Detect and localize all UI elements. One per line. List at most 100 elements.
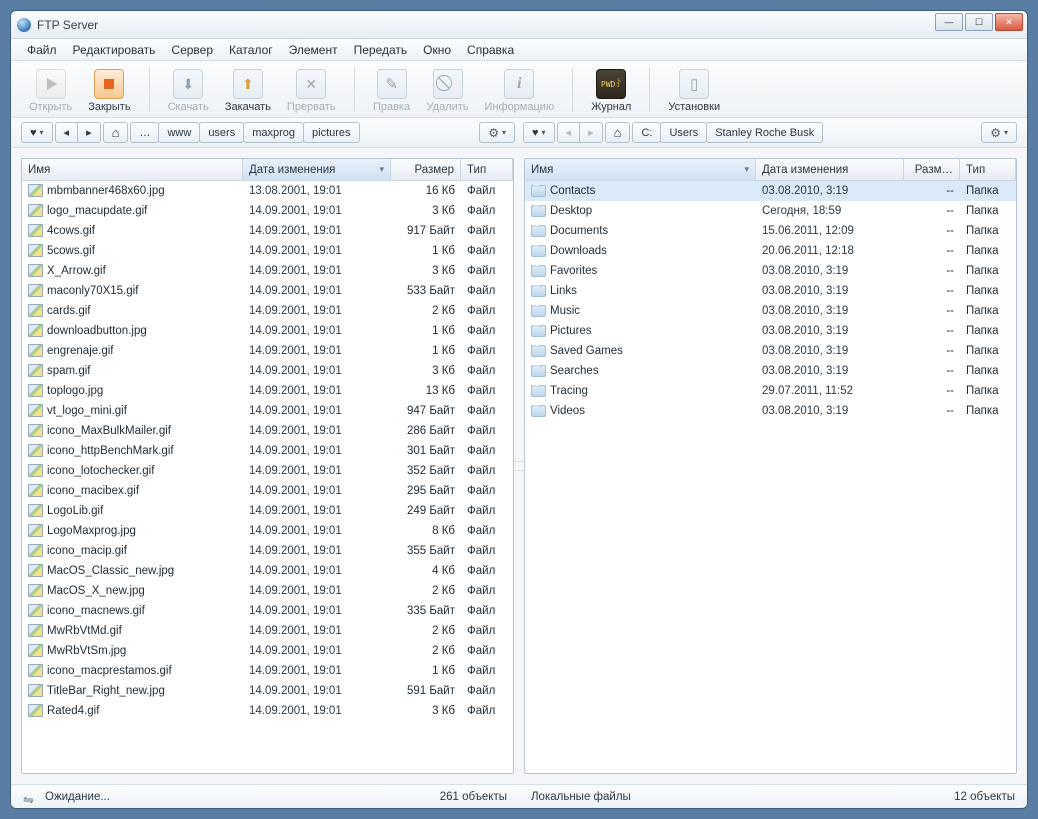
table-row[interactable]: downloadbutton.jpg14.09.2001, 19:011 КбФ… <box>22 321 513 341</box>
col-name[interactable]: Имя <box>525 159 756 180</box>
file-date: 14.09.2001, 19:01 <box>243 685 391 697</box>
table-row[interactable]: icono_lotochecker.gif14.09.2001, 19:0135… <box>22 461 513 481</box>
nav-fwd-button[interactable]: ▸ <box>77 122 101 143</box>
file-date: 13.08.2001, 19:01 <box>243 185 391 197</box>
home-button[interactable] <box>605 122 631 143</box>
breadcrumb-segment[interactable]: Users <box>660 122 707 143</box>
file-size: 2 Кб <box>391 625 461 637</box>
file-name: mbmbanner468x60.jpg <box>47 185 165 197</box>
titlebar[interactable]: FTP Server — ☐ ✕ <box>11 11 1027 39</box>
nav-back-button[interactable]: ◂ <box>55 122 79 143</box>
delete-button[interactable]: Удалить <box>419 67 477 113</box>
gear-button[interactable] <box>981 122 1017 143</box>
table-row[interactable]: Links03.08.2010, 3:19--Папка <box>525 281 1016 301</box>
table-row[interactable]: 4cows.gif14.09.2001, 19:01917 БайтФайл <box>22 221 513 241</box>
local-file-list[interactable]: Contacts03.08.2010, 3:19--ПапкаDesktopСе… <box>525 181 1016 773</box>
table-row[interactable]: icono_macnews.gif14.09.2001, 19:01335 Ба… <box>22 601 513 621</box>
table-row[interactable]: maconly70X15.gif14.09.2001, 19:01533 Бай… <box>22 281 513 301</box>
file-size: -- <box>904 405 960 417</box>
file-name: LogoLib.gif <box>47 505 103 517</box>
pane-splitter[interactable] <box>514 158 524 774</box>
col-size[interactable]: Размер <box>391 159 461 180</box>
nav-fwd-button[interactable]: ▸ <box>579 122 603 143</box>
col-date[interactable]: Дата изменения <box>243 159 391 180</box>
table-row[interactable]: Searches03.08.2010, 3:19--Папка <box>525 361 1016 381</box>
download-button[interactable]: Скачать <box>160 67 217 113</box>
table-row[interactable]: 5cows.gif14.09.2001, 19:011 КбФайл <box>22 241 513 261</box>
col-type[interactable]: Тип <box>461 159 513 180</box>
file-name: Desktop <box>550 205 592 217</box>
table-row[interactable]: cards.gif14.09.2001, 19:012 КбФайл <box>22 301 513 321</box>
gear-button[interactable] <box>479 122 515 143</box>
table-row[interactable]: Pictures03.08.2010, 3:19--Папка <box>525 321 1016 341</box>
table-row[interactable]: Downloads20.06.2011, 12:18--Папка <box>525 241 1016 261</box>
abort-button[interactable]: Прервать <box>279 67 344 113</box>
table-row[interactable]: icono_httpBenchMark.gif14.09.2001, 19:01… <box>22 441 513 461</box>
table-row[interactable]: LogoLib.gif14.09.2001, 19:01249 БайтФайл <box>22 501 513 521</box>
table-row[interactable]: DesktopСегодня, 18:59--Папка <box>525 201 1016 221</box>
breadcrumb-segment[interactable]: … <box>130 122 159 143</box>
close-button[interactable]: ✕ <box>995 13 1023 31</box>
close-button[interactable]: Закрыть <box>80 67 138 113</box>
home-button[interactable] <box>103 122 129 143</box>
breadcrumb-segment[interactable]: C: <box>632 122 661 143</box>
table-row[interactable]: toplogo.jpg14.09.2001, 19:0113 КбФайл <box>22 381 513 401</box>
table-row[interactable]: MacOS_Classic_new.jpg14.09.2001, 19:014 … <box>22 561 513 581</box>
file-type: Папка <box>960 305 1016 317</box>
col-name[interactable]: Имя <box>22 159 243 180</box>
table-row[interactable]: MacOS_X_new.jpg14.09.2001, 19:012 КбФайл <box>22 581 513 601</box>
breadcrumb-segment[interactable]: Stanley Roche Busk <box>706 122 823 143</box>
log-button[interactable]: Журнал <box>583 67 639 113</box>
info-button[interactable]: Информацию <box>477 67 563 113</box>
upload-button[interactable]: Закачать <box>217 67 279 113</box>
menu-передать[interactable]: Передать <box>346 41 416 59</box>
col-type[interactable]: Тип <box>960 159 1016 180</box>
edit-button[interactable]: Правка <box>365 67 419 113</box>
table-row[interactable]: Rated4.gif14.09.2001, 19:013 КбФайл <box>22 701 513 721</box>
table-row[interactable]: Tracing29.07.2011, 11:52--Папка <box>525 381 1016 401</box>
table-row[interactable]: Contacts03.08.2010, 3:19--Папка <box>525 181 1016 201</box>
breadcrumb-segment[interactable]: users <box>199 122 244 143</box>
open-button[interactable]: Открыть <box>21 67 80 113</box>
settings-button[interactable]: Установки <box>660 67 728 113</box>
table-row[interactable]: Videos03.08.2010, 3:19--Папка <box>525 401 1016 421</box>
menu-окно[interactable]: Окно <box>415 41 459 59</box>
menu-сервер[interactable]: Сервер <box>163 41 221 59</box>
table-row[interactable]: mbmbanner468x60.jpg13.08.2001, 19:0116 К… <box>22 181 513 201</box>
table-row[interactable]: LogoMaxprog.jpg14.09.2001, 19:018 КбФайл <box>22 521 513 541</box>
col-size[interactable]: Разм… <box>904 159 960 180</box>
breadcrumb-segment[interactable]: pictures <box>303 122 360 143</box>
table-row[interactable]: Saved Games03.08.2010, 3:19--Папка <box>525 341 1016 361</box>
menu-каталог[interactable]: Каталог <box>221 41 281 59</box>
remote-file-list[interactable]: mbmbanner468x60.jpg13.08.2001, 19:0116 К… <box>22 181 513 773</box>
menu-элемент[interactable]: Элемент <box>281 41 346 59</box>
table-row[interactable]: vt_logo_mini.gif14.09.2001, 19:01947 Бай… <box>22 401 513 421</box>
table-row[interactable]: MwRbVtMd.gif14.09.2001, 19:012 КбФайл <box>22 621 513 641</box>
table-row[interactable]: Documents15.06.2011, 12:09--Папка <box>525 221 1016 241</box>
favorites-button[interactable] <box>21 122 53 143</box>
table-row[interactable]: Favorites03.08.2010, 3:19--Папка <box>525 261 1016 281</box>
maximize-button[interactable]: ☐ <box>965 13 993 31</box>
table-row[interactable]: icono_macprestamos.gif14.09.2001, 19:011… <box>22 661 513 681</box>
col-date[interactable]: Дата изменения <box>756 159 904 180</box>
file-name: Downloads <box>550 245 607 257</box>
table-row[interactable]: icono_MaxBulkMailer.gif14.09.2001, 19:01… <box>22 421 513 441</box>
table-row[interactable]: engrenaje.gif14.09.2001, 19:011 КбФайл <box>22 341 513 361</box>
table-row[interactable]: TitleBar_Right_new.jpg14.09.2001, 19:015… <box>22 681 513 701</box>
nav-back-button[interactable]: ◂ <box>557 122 581 143</box>
menu-файл[interactable]: Файл <box>19 41 65 59</box>
breadcrumb-segment[interactable]: www <box>158 122 200 143</box>
table-row[interactable]: X_Arrow.gif14.09.2001, 19:013 КбФайл <box>22 261 513 281</box>
minimize-button[interactable]: — <box>935 13 963 31</box>
table-row[interactable]: Music03.08.2010, 3:19--Папка <box>525 301 1016 321</box>
favorites-button[interactable] <box>523 122 555 143</box>
table-row[interactable]: MwRbVtSm.jpg14.09.2001, 19:012 КбФайл <box>22 641 513 661</box>
table-row[interactable]: icono_macip.gif14.09.2001, 19:01355 Байт… <box>22 541 513 561</box>
remote-pane: Имя Дата изменения Размер Тип mbmbanner4… <box>21 158 514 774</box>
table-row[interactable]: spam.gif14.09.2001, 19:013 КбФайл <box>22 361 513 381</box>
menu-справка[interactable]: Справка <box>459 41 522 59</box>
table-row[interactable]: logo_macupdate.gif14.09.2001, 19:013 КбФ… <box>22 201 513 221</box>
table-row[interactable]: icono_macibex.gif14.09.2001, 19:01295 Ба… <box>22 481 513 501</box>
breadcrumb-segment[interactable]: maxprog <box>243 122 304 143</box>
menu-редактировать[interactable]: Редактировать <box>65 41 164 59</box>
